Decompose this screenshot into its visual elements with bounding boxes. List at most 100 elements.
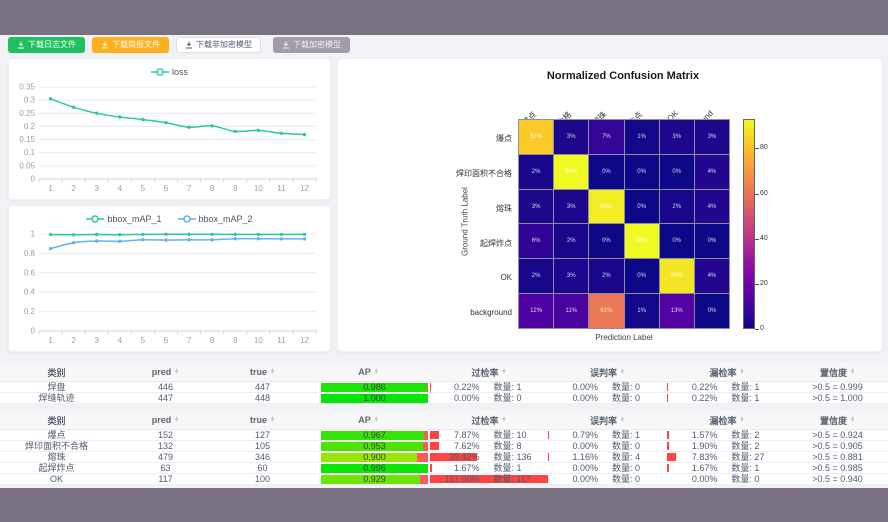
sort-carets-icon[interactable]: ▲▼	[502, 369, 507, 376]
rate-count: 数量: 10	[480, 431, 548, 440]
cell-pred: 132	[113, 441, 218, 452]
weld-metrics-table: 类别pred▲▼true▲▼AP▲▼过检率▲▼误判率▲▼漏检率▲▼置信度▲▼焊盘…	[0, 363, 888, 404]
cell-true: 100	[218, 474, 307, 485]
rate-count: 数量: 0	[598, 464, 667, 473]
cell-misjudge-rate: 0.00%数量: 0	[548, 441, 667, 452]
col-header-pred[interactable]: pred▲▼	[113, 411, 218, 430]
sort-carets-icon[interactable]: ▲▼	[270, 417, 275, 424]
cell-ap: 1.000	[307, 393, 430, 404]
download-log-button[interactable]: 下载日志文件	[8, 37, 85, 53]
sort-carets-icon[interactable]: ▲▼	[620, 369, 625, 376]
cm-row-label: 起焊炸点	[428, 238, 512, 249]
download-plain-model-button[interactable]: 下载非加密模型	[176, 37, 261, 53]
col-header-label: AP	[358, 367, 371, 377]
button-label: 下载非加密模型	[196, 41, 252, 49]
rate-count: 数量: 0	[598, 475, 667, 484]
table-row: OK1171000.929117.00%数量: 1170.00%数量: 00.0…	[0, 474, 888, 485]
cm-cell: 0%	[625, 190, 659, 224]
cm-cell: 89%	[660, 259, 694, 293]
legend-bbox_mAP_1[interactable]: bbox_mAP_1	[86, 214, 161, 224]
cell-ap: 0.967	[307, 430, 430, 441]
svg-text:2: 2	[71, 184, 76, 193]
col-header-label: true	[250, 415, 267, 425]
ap-bar-track: 0.967	[321, 431, 428, 440]
legend-label: bbox_mAP_1	[107, 214, 161, 224]
cm-cell: 4%	[695, 155, 729, 189]
download-icon	[17, 41, 25, 49]
cm-cell: 3%	[660, 120, 694, 154]
cell-miss-rate: 0.00%数量: 0	[667, 474, 787, 485]
sort-carets-icon[interactable]: ▲▼	[270, 369, 275, 376]
rate-count: 数量: 0	[717, 475, 787, 484]
svg-text:1: 1	[48, 184, 53, 193]
cm-cell: 93%	[625, 224, 659, 258]
col-header-true[interactable]: true▲▼	[218, 363, 307, 382]
col-header-过检率[interactable]: 过检率▲▼	[430, 411, 548, 430]
svg-text:2: 2	[71, 336, 76, 345]
col-header-误判率[interactable]: 误判率▲▼	[548, 411, 667, 430]
sort-carets-icon[interactable]: ▲▼	[850, 417, 855, 424]
legend-bbox_mAP_2[interactable]: bbox_mAP_2	[178, 214, 253, 224]
rate-count: 数量: 4	[598, 453, 667, 462]
sort-carets-icon[interactable]: ▲▼	[620, 417, 625, 424]
sort-carets-icon[interactable]: ▲▼	[374, 417, 379, 424]
svg-text:0.15: 0.15	[19, 135, 35, 144]
download-report-button[interactable]: 下载简报文件	[92, 37, 169, 53]
col-header-AP[interactable]: AP▲▼	[307, 363, 430, 382]
cell-true: 448	[218, 393, 307, 404]
cell-category: 焊缝轨迹	[0, 393, 113, 404]
rate-count: 数量: 1	[480, 464, 548, 473]
svg-text:3: 3	[94, 184, 99, 193]
ap-value: 0.953	[321, 442, 428, 451]
rate-percent: 0.00%	[548, 464, 598, 473]
svg-text:12: 12	[300, 184, 309, 193]
cell-overdetect-rate: 0.00%数量: 0	[430, 393, 548, 404]
cell-miss-rate: 1.67%数量: 1	[667, 463, 787, 474]
sort-carets-icon[interactable]: ▲▼	[740, 369, 745, 376]
col-header-过检率[interactable]: 过检率▲▼	[430, 363, 548, 382]
cm-cell: 3%	[695, 120, 729, 154]
svg-text:0.3: 0.3	[24, 96, 36, 105]
prediction-axis-label: Prediction Label	[518, 333, 730, 342]
svg-text:5: 5	[141, 184, 146, 193]
sort-carets-icon[interactable]: ▲▼	[850, 369, 855, 376]
cell-overdetect-rate: 7.87%数量: 10	[430, 430, 548, 441]
sort-carets-icon[interactable]: ▲▼	[174, 417, 179, 424]
col-header-漏检率[interactable]: 漏检率▲▼	[667, 411, 787, 430]
table-header-row: 类别pred▲▼true▲▼AP▲▼过检率▲▼误判率▲▼漏检率▲▼置信度▲▼	[0, 363, 888, 382]
col-header-AP[interactable]: AP▲▼	[307, 411, 430, 430]
col-header-label: true	[250, 367, 267, 377]
col-header-pred[interactable]: pred▲▼	[113, 363, 218, 382]
col-header-误判率[interactable]: 误判率▲▼	[548, 363, 667, 382]
loss-chart-legend: loss	[9, 59, 330, 81]
sort-carets-icon[interactable]: ▲▼	[374, 369, 379, 376]
col-header-置信度[interactable]: 置信度▲▼	[787, 411, 888, 430]
col-header-漏检率[interactable]: 漏检率▲▼	[667, 363, 787, 382]
cell-category: OK	[0, 474, 113, 485]
legend-loss[interactable]: loss	[151, 67, 188, 77]
cm-cell: 93%	[554, 155, 588, 189]
col-header-true[interactable]: true▲▼	[218, 411, 307, 430]
col-header-置信度[interactable]: 置信度▲▼	[787, 363, 888, 382]
table-row: 焊盘4464470.9860.22%数量: 10.00%数量: 00.22%数量…	[0, 382, 888, 393]
rate-percent: 0.00%	[548, 383, 598, 392]
download-icon	[282, 41, 290, 49]
cm-row-label: OK	[428, 273, 512, 282]
download-encrypted-model-button[interactable]: 下载加密模型	[273, 37, 350, 53]
svg-text:0.2: 0.2	[24, 307, 36, 316]
cell-confidence: >0.5 = 1.000	[787, 393, 888, 404]
sort-carets-icon[interactable]: ▲▼	[502, 417, 507, 424]
col-header-类别: 类别	[0, 411, 113, 430]
sort-carets-icon[interactable]: ▲▼	[740, 417, 745, 424]
col-header-label: 类别	[47, 366, 65, 379]
rate-count: 数量: 117	[480, 475, 548, 484]
cm-cell: 3%	[554, 120, 588, 154]
cm-cell: 7%	[589, 120, 623, 154]
svg-text:0.6: 0.6	[24, 268, 36, 277]
svg-text:1: 1	[48, 336, 53, 345]
cell-miss-rate: 1.57%数量: 2	[667, 430, 787, 441]
svg-text:6: 6	[164, 184, 169, 193]
rate-count: 数量: 8	[480, 442, 548, 451]
sort-carets-icon[interactable]: ▲▼	[174, 369, 179, 376]
svg-text:7: 7	[187, 184, 192, 193]
